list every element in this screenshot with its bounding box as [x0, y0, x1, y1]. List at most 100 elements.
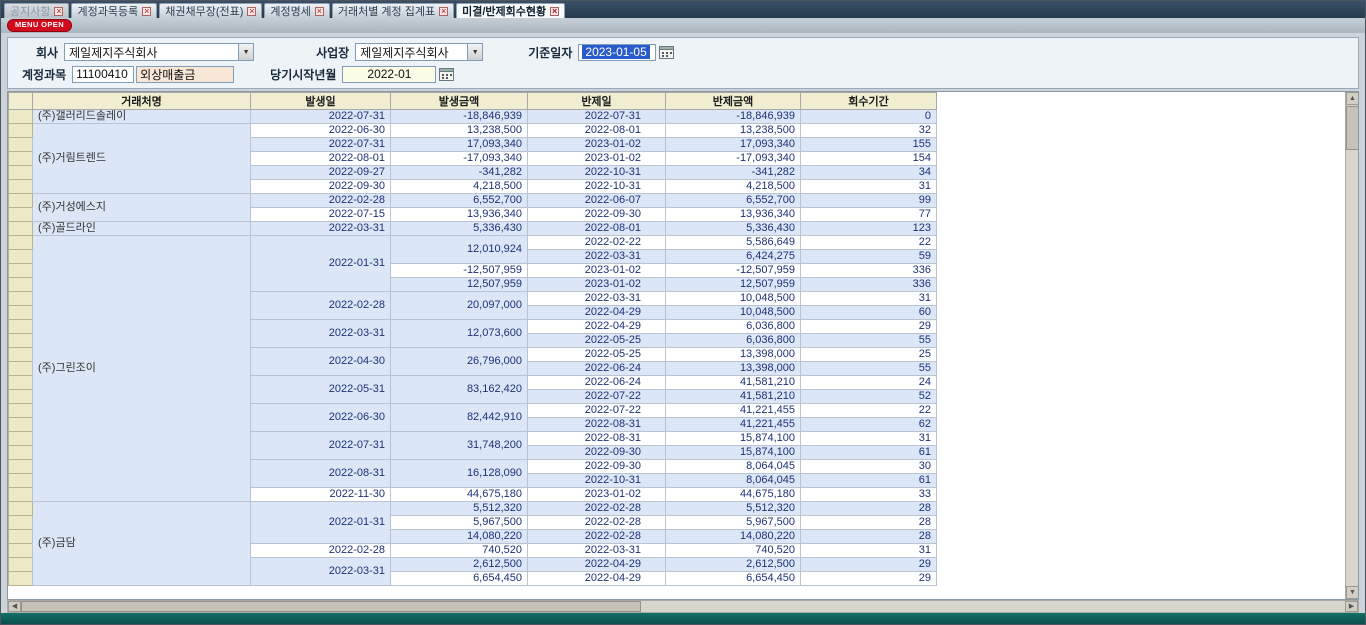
occur-amount-cell[interactable]: 13,936,340: [391, 208, 528, 222]
row-selector-cell[interactable]: [9, 446, 33, 460]
occur-date-cell[interactable]: 2022-03-31: [251, 222, 391, 236]
settle-date-cell[interactable]: 2022-03-31: [528, 250, 666, 264]
collect-days-cell[interactable]: 25: [801, 348, 937, 362]
settle-amount-cell[interactable]: 41,221,455: [666, 404, 801, 418]
row-selector-cell[interactable]: [9, 138, 33, 152]
menu-open-button[interactable]: MENU OPEN: [7, 19, 72, 32]
occur-date-cell[interactable]: 2022-04-30: [251, 348, 391, 376]
tab-5[interactable]: 거래처별 계정 집계표×: [332, 3, 454, 18]
collect-days-cell[interactable]: 336: [801, 264, 937, 278]
occur-date-cell[interactable]: 2022-06-30: [251, 124, 391, 138]
occur-amount-cell[interactable]: 82,442,910: [391, 404, 528, 432]
settle-date-cell[interactable]: 2022-09-30: [528, 460, 666, 474]
occur-date-cell[interactable]: 2022-07-15: [251, 208, 391, 222]
settle-amount-cell[interactable]: 13,398,000: [666, 362, 801, 376]
customer-name-cell[interactable]: (주)금담: [33, 502, 251, 586]
settle-amount-cell[interactable]: 6,654,450: [666, 572, 801, 586]
settle-amount-cell[interactable]: 41,581,210: [666, 390, 801, 404]
settle-date-cell[interactable]: 2022-05-25: [528, 334, 666, 348]
occur-date-cell[interactable]: 2022-01-31: [251, 236, 391, 292]
settle-amount-cell[interactable]: 12,507,959: [666, 278, 801, 292]
calendar-icon[interactable]: [439, 67, 454, 81]
tab-6[interactable]: 미결/반제회수현황×: [456, 3, 565, 18]
occur-amount-cell[interactable]: 5,967,500: [391, 516, 528, 530]
row-selector-cell[interactable]: [9, 502, 33, 516]
row-selector-cell[interactable]: [9, 460, 33, 474]
settle-amount-cell[interactable]: 10,048,500: [666, 292, 801, 306]
tab-close-icon[interactable]: ×: [247, 7, 256, 16]
collect-days-cell[interactable]: 99: [801, 194, 937, 208]
chevron-down-icon[interactable]: ▼: [467, 44, 482, 60]
collect-days-cell[interactable]: 55: [801, 362, 937, 376]
tab-close-icon[interactable]: ×: [439, 7, 448, 16]
row-selector-cell[interactable]: [9, 152, 33, 166]
collect-days-cell[interactable]: 52: [801, 390, 937, 404]
settle-amount-cell[interactable]: 13,936,340: [666, 208, 801, 222]
collect-days-cell[interactable]: 60: [801, 306, 937, 320]
tab-4[interactable]: 계정명세×: [264, 3, 329, 18]
occur-date-cell[interactable]: 2022-02-28: [251, 544, 391, 558]
settle-amount-cell[interactable]: -17,093,340: [666, 152, 801, 166]
occur-amount-cell[interactable]: 14,080,220: [391, 530, 528, 544]
occur-amount-cell[interactable]: 6,552,700: [391, 194, 528, 208]
row-selector-cell[interactable]: [9, 278, 33, 292]
settle-date-cell[interactable]: 2023-01-02: [528, 152, 666, 166]
occur-date-cell[interactable]: 2022-08-01: [251, 152, 391, 166]
customer-name-cell[interactable]: (주)그린조이: [33, 236, 251, 502]
row-selector-cell[interactable]: [9, 362, 33, 376]
tab-2[interactable]: 계정과목등록×: [71, 3, 157, 18]
customer-name-cell[interactable]: (주)골드라인: [33, 222, 251, 236]
horizontal-scrollbar[interactable]: ◀ ▶: [7, 600, 1359, 613]
settle-amount-cell[interactable]: -18,846,939: [666, 110, 801, 124]
settle-amount-cell[interactable]: 6,036,800: [666, 320, 801, 334]
settle-date-cell[interactable]: 2022-08-31: [528, 418, 666, 432]
occur-date-cell[interactable]: 2022-07-31: [251, 110, 391, 124]
occur-amount-cell[interactable]: 12,507,959: [391, 278, 528, 292]
row-selector-cell[interactable]: [9, 320, 33, 334]
settle-amount-cell[interactable]: 41,221,455: [666, 418, 801, 432]
settle-amount-cell[interactable]: 5,512,320: [666, 502, 801, 516]
settle-date-cell[interactable]: 2022-06-07: [528, 194, 666, 208]
occur-amount-cell[interactable]: 16,128,090: [391, 460, 528, 488]
settle-date-cell[interactable]: 2022-10-31: [528, 166, 666, 180]
occur-date-cell[interactable]: 2022-08-31: [251, 460, 391, 488]
occur-amount-cell[interactable]: 26,796,000: [391, 348, 528, 376]
collect-days-cell[interactable]: 30: [801, 460, 937, 474]
settle-date-cell[interactable]: 2022-06-24: [528, 376, 666, 390]
collect-days-cell[interactable]: 22: [801, 404, 937, 418]
settle-amount-cell[interactable]: 8,064,045: [666, 474, 801, 488]
row-selector-cell[interactable]: [9, 334, 33, 348]
occur-amount-cell[interactable]: 6,654,450: [391, 572, 528, 586]
collect-days-cell[interactable]: 31: [801, 180, 937, 194]
collect-days-cell[interactable]: 31: [801, 292, 937, 306]
row-selector-cell[interactable]: [9, 348, 33, 362]
settle-date-cell[interactable]: 2022-10-31: [528, 474, 666, 488]
collect-days-cell[interactable]: 62: [801, 418, 937, 432]
row-selector-cell[interactable]: [9, 474, 33, 488]
collect-days-cell[interactable]: 61: [801, 474, 937, 488]
settle-date-cell[interactable]: 2022-02-28: [528, 516, 666, 530]
occur-amount-cell[interactable]: 31,748,200: [391, 432, 528, 460]
settle-amount-cell[interactable]: -341,282: [666, 166, 801, 180]
tab-close-icon[interactable]: ×: [54, 7, 63, 16]
row-selector-cell[interactable]: [9, 236, 33, 250]
tab-close-icon[interactable]: ×: [315, 7, 324, 16]
settle-amount-cell[interactable]: 6,552,700: [666, 194, 801, 208]
settle-date-cell[interactable]: 2022-06-24: [528, 362, 666, 376]
settle-date-cell[interactable]: 2023-01-02: [528, 278, 666, 292]
occur-date-cell[interactable]: 2022-09-27: [251, 166, 391, 180]
collect-days-cell[interactable]: 0: [801, 110, 937, 124]
settle-date-cell[interactable]: 2022-02-28: [528, 502, 666, 516]
settle-date-cell[interactable]: 2023-01-02: [528, 138, 666, 152]
settle-date-cell[interactable]: 2022-04-29: [528, 306, 666, 320]
scroll-right-icon[interactable]: ▶: [1345, 601, 1358, 612]
settle-date-cell[interactable]: 2023-01-02: [528, 488, 666, 502]
collect-days-cell[interactable]: 31: [801, 544, 937, 558]
tab-close-icon[interactable]: ×: [550, 7, 559, 16]
settle-date-cell[interactable]: 2022-08-01: [528, 124, 666, 138]
collect-days-cell[interactable]: 29: [801, 572, 937, 586]
row-selector-cell[interactable]: [9, 194, 33, 208]
settle-amount-cell[interactable]: 2,612,500: [666, 558, 801, 572]
row-selector-cell[interactable]: [9, 418, 33, 432]
settle-amount-cell[interactable]: 6,424,275: [666, 250, 801, 264]
